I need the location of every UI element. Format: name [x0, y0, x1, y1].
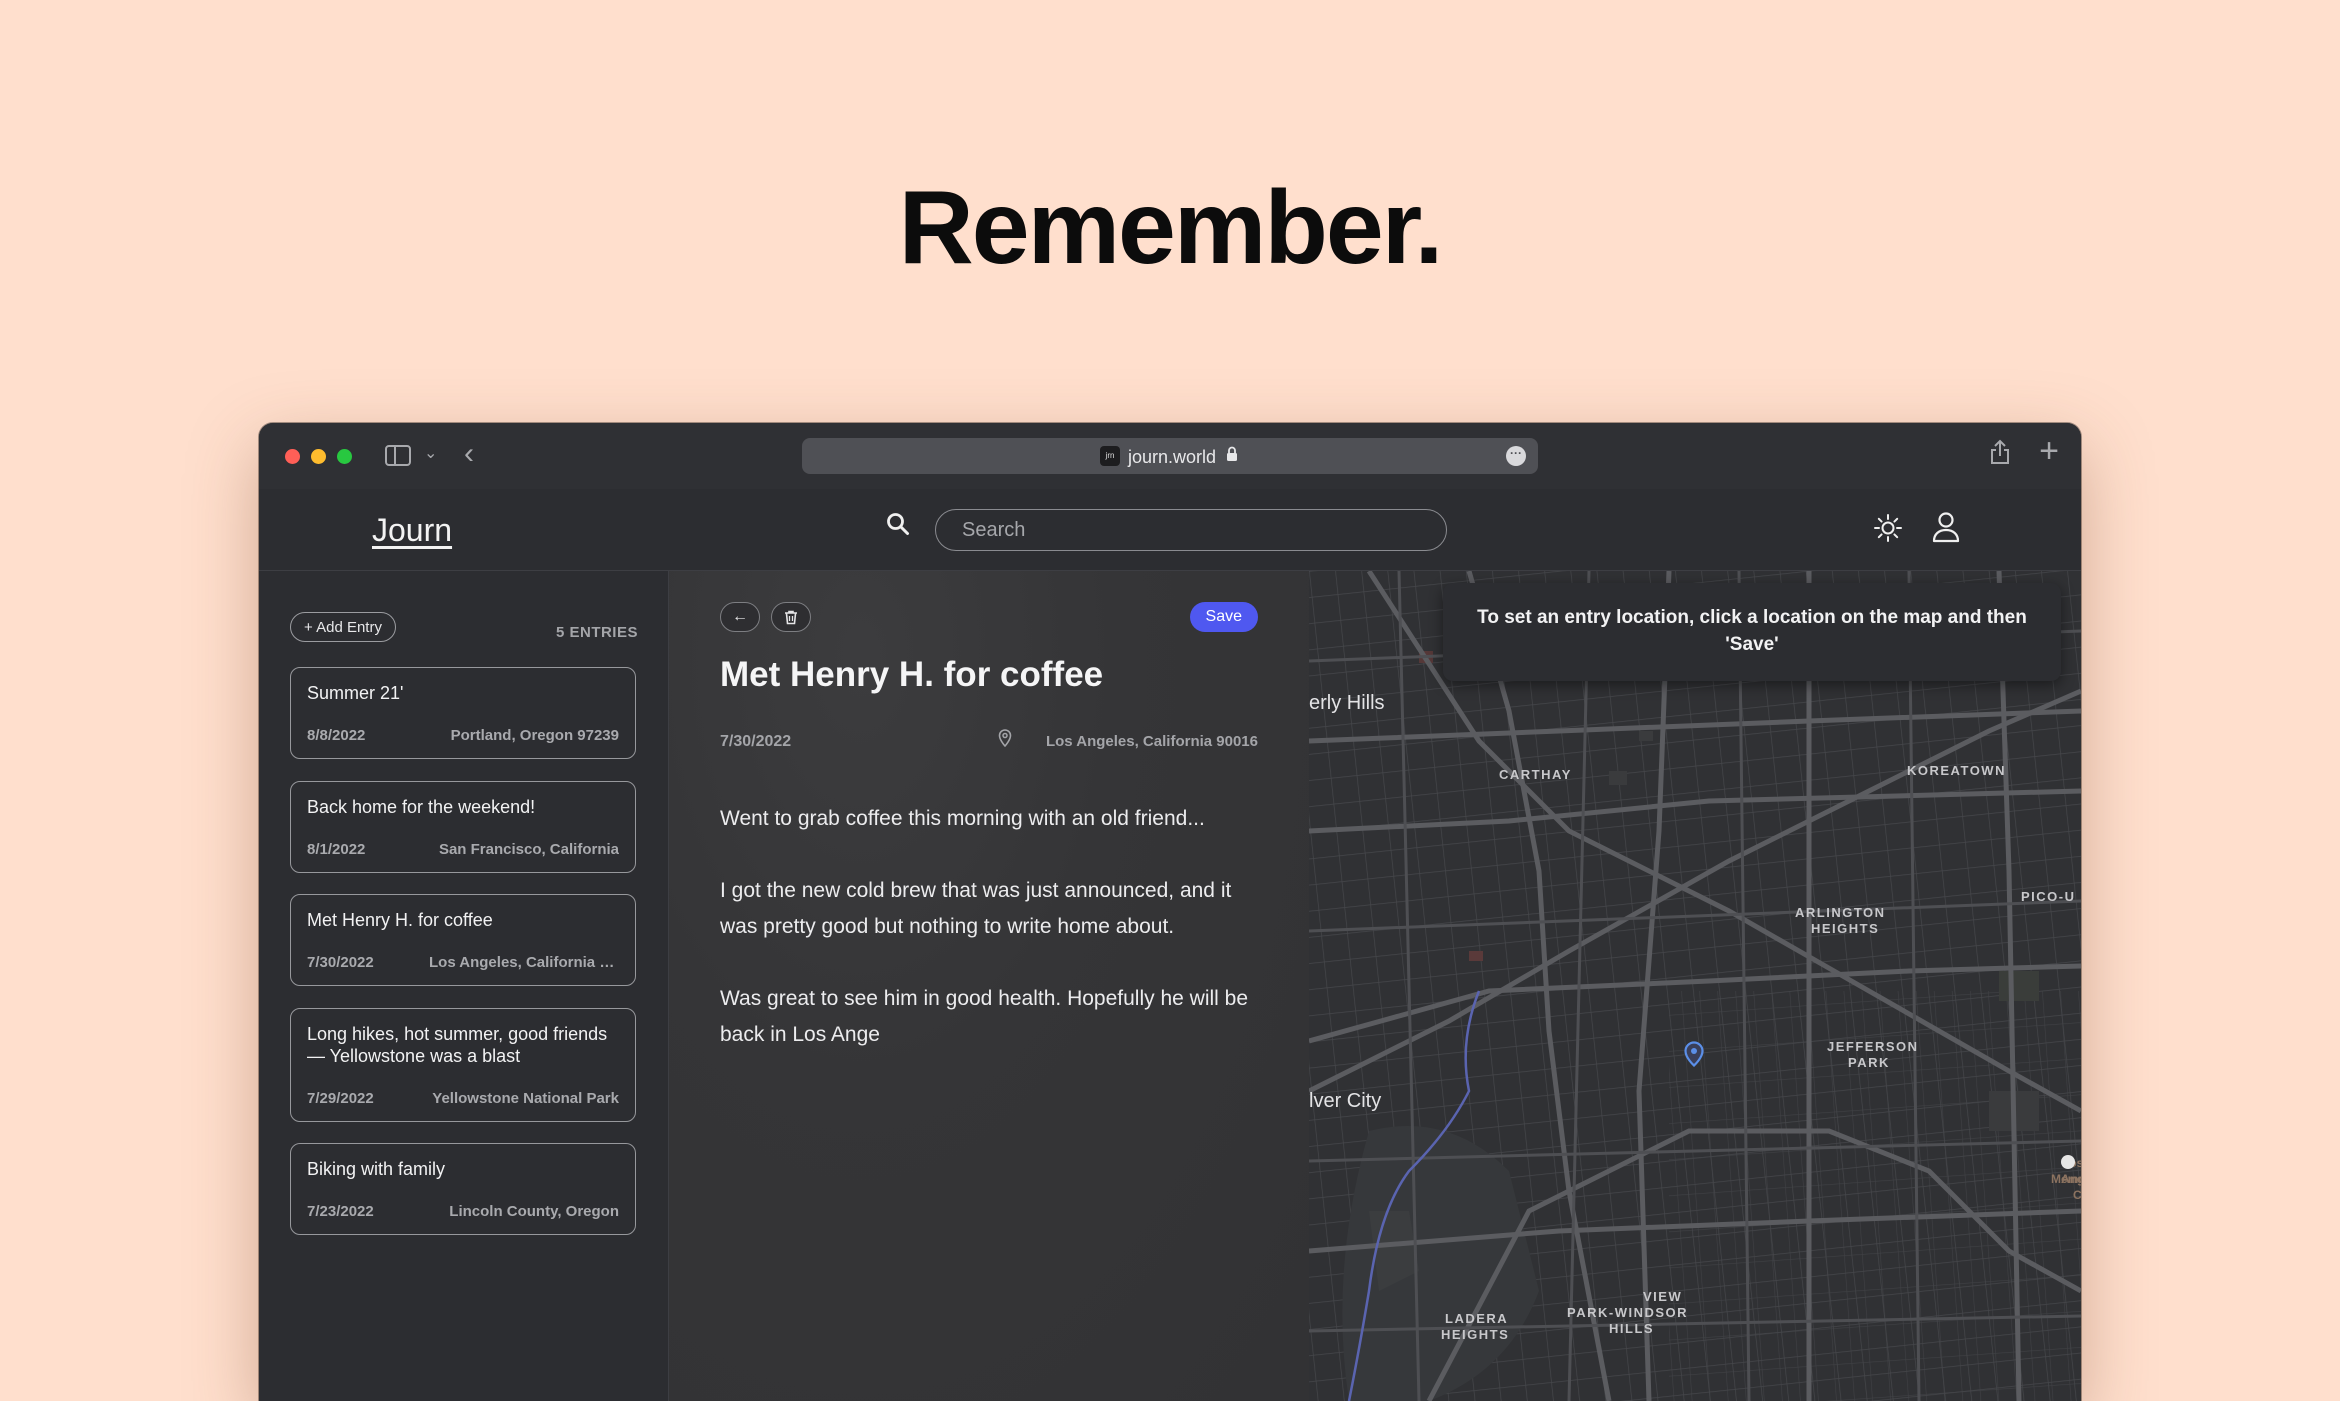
- share-icon[interactable]: [1989, 439, 2011, 472]
- map-label: JEFFERSON: [1827, 1039, 1919, 1054]
- add-entry-button[interactable]: + Add Entry: [290, 612, 396, 642]
- entry-title: Back home for the weekend!: [307, 797, 536, 817]
- landmark-icon: [2061, 1155, 2075, 1169]
- lock-icon: [1226, 446, 1238, 467]
- close-window-button[interactable]: [285, 449, 300, 464]
- map-label: ARLINGTON: [1795, 905, 1886, 920]
- entry-count: 5 ENTRIES: [555, 624, 638, 641]
- app-logo[interactable]: Journ: [372, 512, 452, 549]
- map-streets: [1309, 571, 2081, 1401]
- map-label: PICO-U: [2021, 889, 2076, 904]
- entry-title: Met Henry H. for coffee: [307, 910, 493, 930]
- entry-location: Portland, Oregon 97239: [450, 727, 619, 744]
- location-pin-icon: [998, 729, 1012, 752]
- entry-editor: ← Save Met Henry H. for coffee 7/30/2022…: [669, 571, 1309, 1401]
- body-paragraph: I got the new cold brew that was just an…: [720, 879, 1232, 938]
- map-label: Memorial C: [2051, 1172, 2081, 1202]
- map-label: VIEW: [1643, 1289, 1683, 1304]
- new-tab-icon[interactable]: +: [2039, 434, 2059, 468]
- address-bar[interactable]: jrn journ.world ···: [802, 438, 1538, 474]
- entry-body-textarea[interactable]: Went to grab coffee this morning with an…: [720, 801, 1260, 1089]
- entries-sidebar: + Add Entry 5 ENTRIES Summer 21' 8/8/202…: [259, 571, 669, 1401]
- back-icon[interactable]: ‹: [464, 439, 474, 469]
- map-label: erly Hills: [1309, 692, 1385, 714]
- entry-card[interactable]: Biking with family 7/23/2022 Lincoln Cou…: [290, 1143, 636, 1235]
- entry-location: Los Angeles, California 90016: [429, 954, 619, 971]
- zoom-window-button[interactable]: [337, 449, 352, 464]
- entry-date: 7/30/2022: [307, 954, 374, 971]
- browser-window: ⌄ ‹ jrn journ.world ··· + Journ + Add En: [259, 423, 2081, 1401]
- map-label: HEIGHTS: [1441, 1327, 1510, 1342]
- body-paragraph: Was great to see him in good health. Hop…: [720, 987, 1249, 1046]
- entry-card[interactable]: Summer 21' 8/8/2022 Portland, Oregon 972…: [290, 667, 636, 759]
- sidebar-toggle-icon[interactable]: [385, 445, 411, 466]
- app-header: Journ: [259, 489, 2081, 571]
- entry-location: San Francisco, California: [438, 841, 619, 858]
- entry-location: Lincoln County, Oregon: [449, 1203, 619, 1220]
- map-label: PARK: [1848, 1055, 1890, 1070]
- user-account-icon[interactable]: [1931, 511, 1961, 548]
- minimize-window-button[interactable]: [311, 449, 326, 464]
- map-label: LADERA: [1445, 1311, 1509, 1326]
- more-options-icon[interactable]: ···: [1506, 446, 1526, 466]
- map-label: PARK-WINDSOR: [1567, 1305, 1689, 1320]
- body-paragraph: Went to grab coffee this morning with an…: [720, 807, 1205, 830]
- chevron-down-icon[interactable]: ⌄: [424, 443, 437, 463]
- hero-headline: Remember.: [898, 170, 1444, 286]
- map-label: HEIGHTS: [1811, 921, 1880, 936]
- entry-title-field[interactable]: Met Henry H. for coffee: [720, 655, 1103, 695]
- entry-card[interactable]: Long hikes, hot summer, good friends — Y…: [290, 1008, 636, 1122]
- entry-date: 7/29/2022: [307, 1090, 374, 1107]
- entry-date: 8/8/2022: [307, 727, 366, 744]
- entry-card[interactable]: Back home for the weekend! 8/1/2022 San …: [290, 781, 636, 873]
- entry-date: 8/1/2022: [307, 841, 366, 858]
- entry-date: 7/23/2022: [307, 1203, 374, 1220]
- url-text: journ.world: [1128, 447, 1217, 467]
- search-input[interactable]: [935, 509, 1447, 551]
- entry-title: Biking with family: [307, 1159, 446, 1179]
- save-button[interactable]: Save: [1189, 602, 1258, 632]
- map-label: HILLS: [1609, 1321, 1655, 1336]
- delete-entry-button[interactable]: [771, 602, 811, 632]
- map-label: lver City: [1309, 1090, 1382, 1112]
- map-label: CARTHAY: [1499, 767, 1572, 782]
- trash-icon: [785, 610, 797, 625]
- entry-location: Yellowstone National Park: [432, 1090, 619, 1107]
- search-icon[interactable]: [885, 511, 911, 542]
- browser-titlebar: ⌄ ‹ jrn journ.world ··· +: [259, 423, 2081, 489]
- entry-date: 7/30/2022: [720, 733, 792, 750]
- entry-title: Summer 21': [307, 683, 404, 703]
- map-instructions-tooltip: To set an entry location, click a locati…: [1443, 583, 2061, 681]
- back-button[interactable]: ←: [720, 602, 760, 632]
- site-favicon-icon: jrn: [1100, 446, 1120, 466]
- entry-location-map[interactable]: To set an entry location, click a locati…: [1309, 571, 2081, 1401]
- entry-card[interactable]: Met Henry H. for coffee 7/30/2022 Los An…: [290, 894, 636, 986]
- entry-location: Los Angeles, California 90016: [1045, 733, 1258, 750]
- theme-toggle-sun-icon[interactable]: [1873, 513, 1903, 548]
- entry-title: Long hikes, hot summer, good friends — Y…: [307, 1024, 608, 1066]
- arrow-left-icon: ←: [732, 608, 748, 625]
- map-label: KOREATOWN: [1907, 763, 2006, 778]
- map-location-pin-icon[interactable]: [1683, 1041, 1705, 1072]
